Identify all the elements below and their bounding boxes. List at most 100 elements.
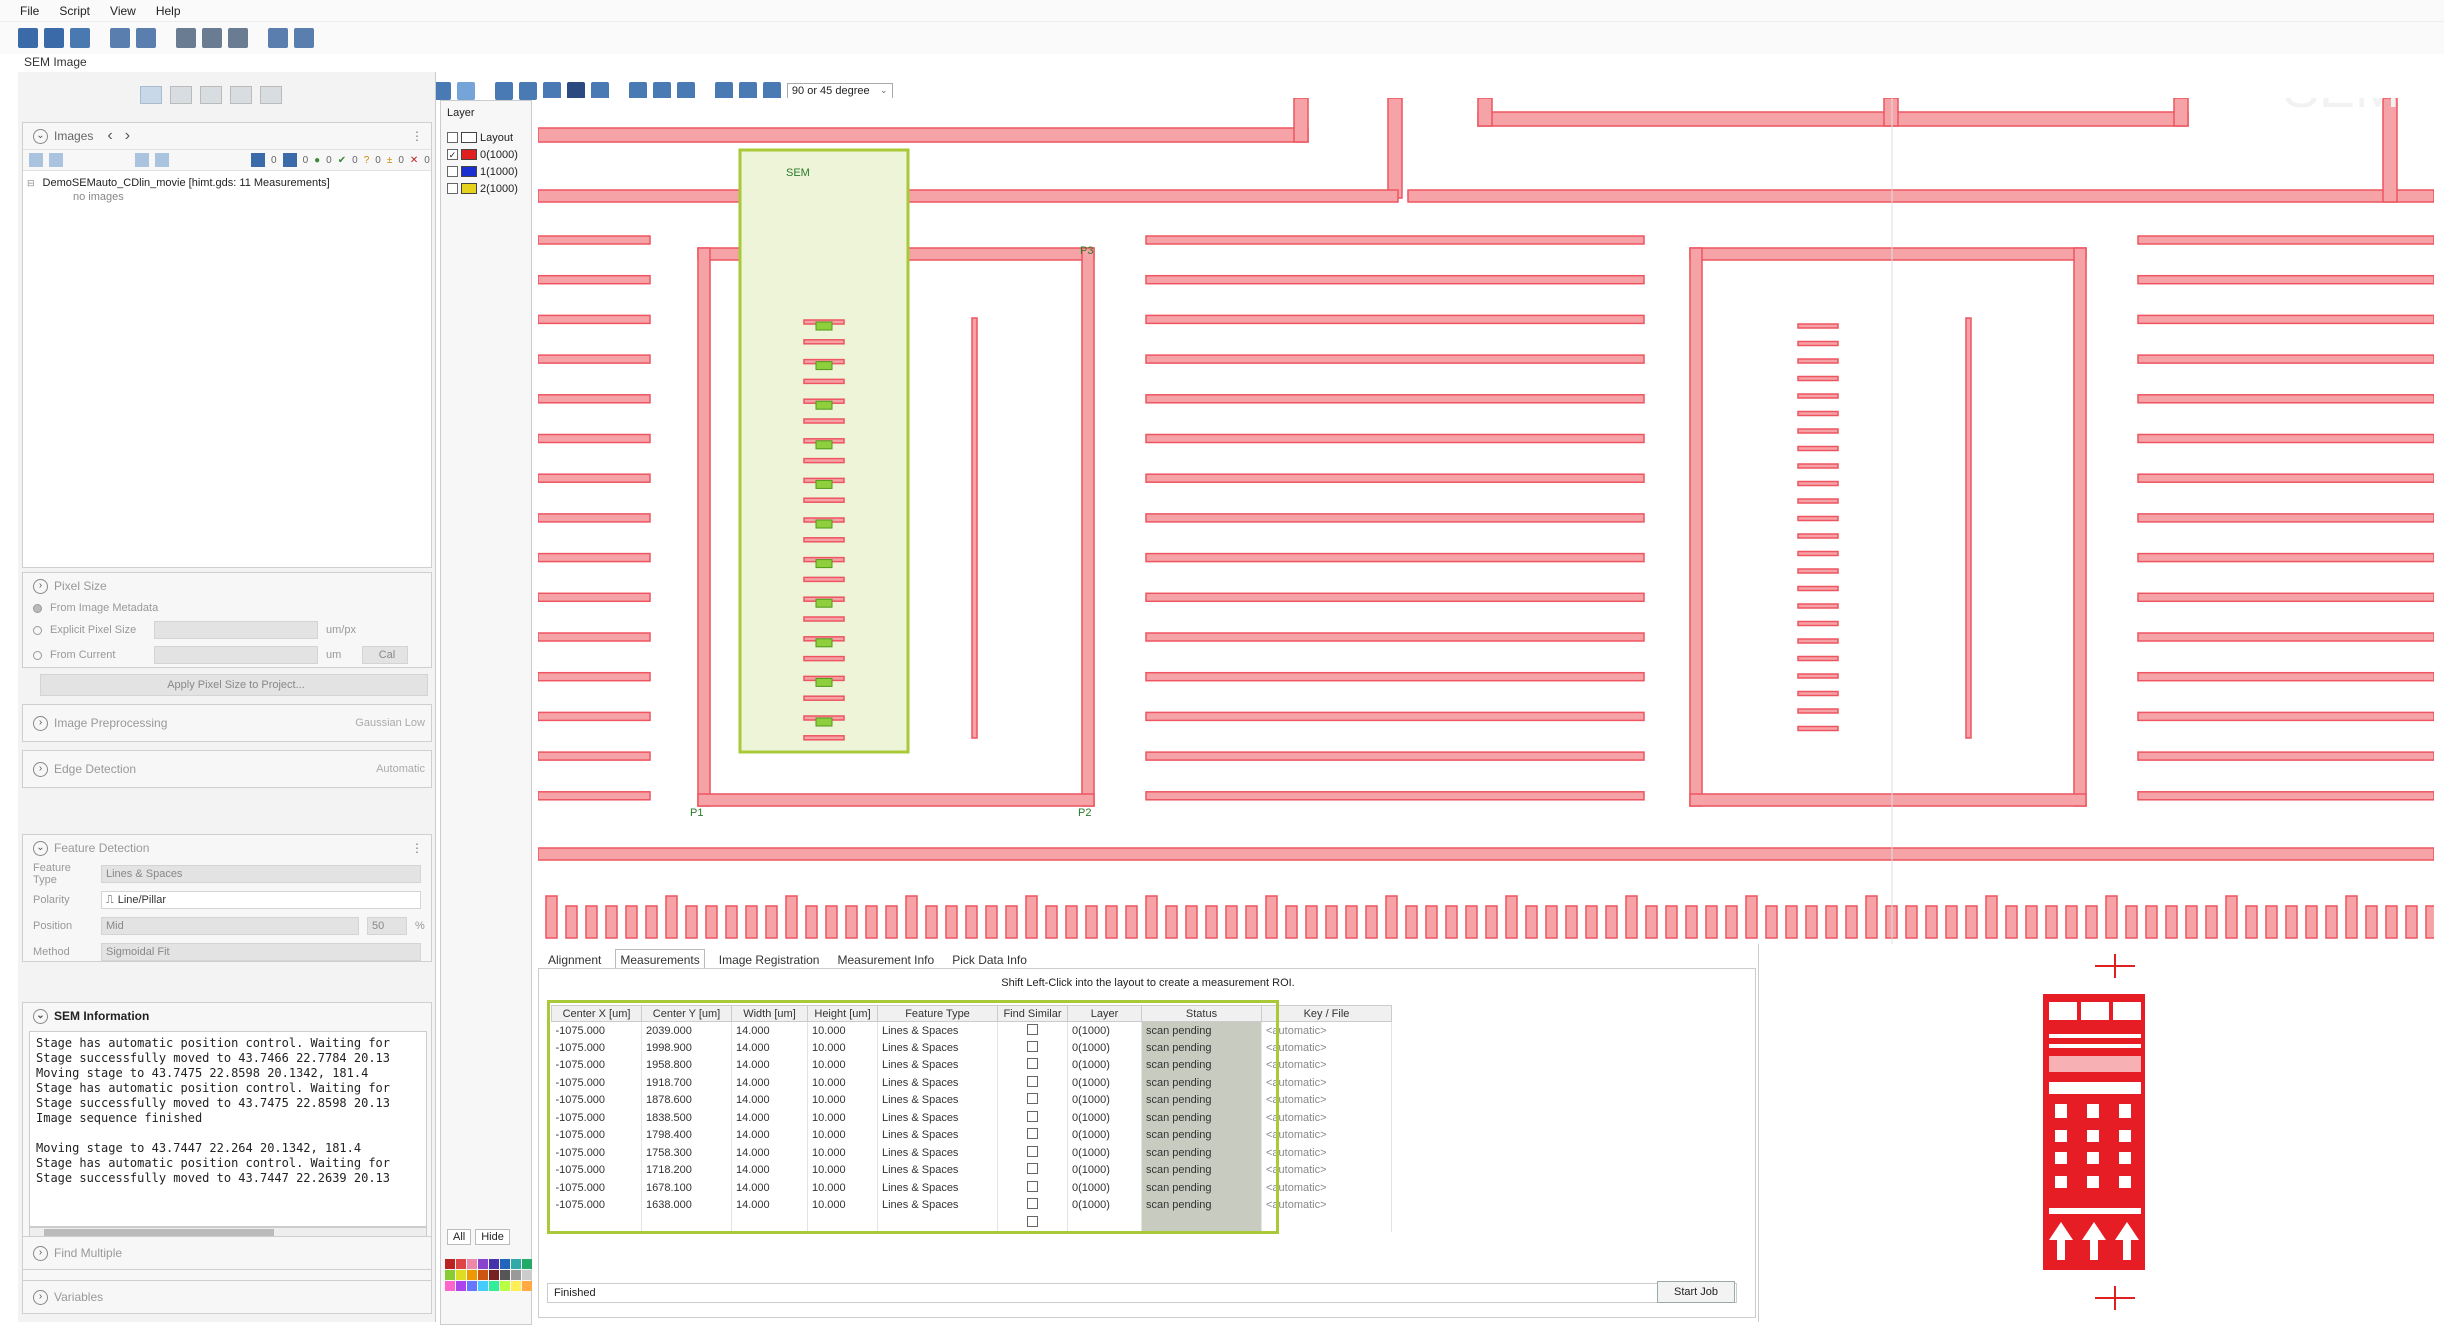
tab-image-registration[interactable]: Image Registration bbox=[715, 950, 824, 970]
find-similar-checkbox[interactable] bbox=[1027, 1128, 1038, 1140]
color-swatch[interactable] bbox=[489, 1270, 499, 1280]
color-swatch[interactable] bbox=[456, 1259, 466, 1269]
color-swatch[interactable] bbox=[456, 1281, 466, 1291]
tab-alignment[interactable]: Alignment bbox=[544, 950, 605, 970]
view-grid-icon[interactable] bbox=[170, 86, 192, 104]
find-similar-cell[interactable] bbox=[997, 1161, 1068, 1179]
apply-pixel-size-button[interactable]: Apply Pixel Size to Project... bbox=[40, 674, 428, 696]
layer-row[interactable]: 2(1000) bbox=[447, 180, 518, 197]
find-similar-cell[interactable] bbox=[997, 1179, 1068, 1197]
color-swatch[interactable] bbox=[478, 1259, 488, 1269]
find-similar-cell[interactable] bbox=[997, 1196, 1068, 1214]
table-row[interactable]: -1075.000 1758.300 14.000 10.000 Lines & Spa… bbox=[551, 1144, 1392, 1162]
new-icon[interactable] bbox=[18, 28, 38, 48]
find-similar-checkbox[interactable] bbox=[1027, 1023, 1038, 1035]
tree-toggle-icon[interactable]: ⊟ bbox=[27, 178, 35, 189]
zoom-in-icon[interactable] bbox=[268, 28, 288, 48]
layer-row[interactable]: 1(1000) bbox=[447, 163, 518, 180]
pixel-size-header[interactable]: › Pixel Size bbox=[23, 573, 431, 599]
view-single-icon[interactable] bbox=[140, 86, 162, 104]
find-similar-cell[interactable] bbox=[997, 1109, 1068, 1127]
find-similar-cell[interactable] bbox=[997, 1056, 1068, 1074]
table-row[interactable]: -1075.000 1958.800 14.000 10.000 Lines & Spa… bbox=[551, 1056, 1392, 1074]
radio-from-metadata[interactable]: From Image Metadata bbox=[23, 599, 431, 617]
table-row-new[interactable] bbox=[551, 1214, 1392, 1232]
menu-view[interactable]: View bbox=[110, 4, 136, 18]
column-header[interactable]: Center X [um] bbox=[551, 1005, 642, 1022]
layout-drawing[interactable]: SEM P1 P2 P3 bbox=[538, 98, 2434, 946]
color-swatch[interactable] bbox=[511, 1270, 521, 1280]
rect-icon[interactable] bbox=[518, 82, 537, 100]
radio-from-current[interactable]: From Current um Cal bbox=[23, 643, 431, 667]
find-similar-cell[interactable] bbox=[997, 1074, 1068, 1092]
color-swatch[interactable] bbox=[445, 1270, 455, 1280]
tree-node-project[interactable]: ⊟ DemoSEMauto_CDlin_movie [himt.gds: 11 … bbox=[27, 177, 431, 189]
radio-icon[interactable] bbox=[33, 650, 42, 660]
layer-checkbox[interactable]: ✓ bbox=[447, 149, 458, 160]
position-value-input[interactable]: 50 bbox=[367, 917, 407, 935]
column-header[interactable]: Width [um] bbox=[731, 1005, 808, 1022]
all-button[interactable]: All bbox=[447, 1229, 472, 1245]
layout-canvas[interactable]: SEM P1 P2 P3 SEM bbox=[538, 98, 2434, 946]
layer-row[interactable]: ✓ 0(1000) bbox=[447, 146, 518, 163]
table-row[interactable]: -1075.000 1838.500 14.000 10.000 Lines & Spa… bbox=[551, 1109, 1392, 1127]
prev-arrow-icon[interactable]: ‹ bbox=[107, 127, 112, 145]
menu-script[interactable]: Script bbox=[59, 4, 90, 18]
color-swatch[interactable] bbox=[522, 1270, 532, 1280]
color-swatch[interactable] bbox=[511, 1259, 521, 1269]
find-similar-checkbox[interactable] bbox=[1027, 1040, 1038, 1052]
color-swatch[interactable] bbox=[467, 1270, 477, 1280]
tab-pick-data-info[interactable]: Pick Data Info bbox=[948, 950, 1031, 970]
cal-button[interactable]: Cal bbox=[362, 646, 408, 664]
variables-header[interactable]: › Variables bbox=[23, 1281, 431, 1313]
more-menu-icon[interactable]: ⋮ bbox=[411, 129, 423, 143]
preprocessing-header[interactable]: › Image Preprocessing Gaussian Low bbox=[23, 705, 431, 741]
link-icon[interactable] bbox=[135, 153, 149, 167]
table-row[interactable]: -1075.000 1798.400 14.000 10.000 Lines & Spa… bbox=[551, 1126, 1392, 1144]
column-header[interactable]: Center Y [um] bbox=[641, 1005, 732, 1022]
color-swatch[interactable] bbox=[522, 1281, 532, 1291]
menu-file[interactable]: File bbox=[20, 4, 39, 18]
tab-measurement-info[interactable]: Measurement Info bbox=[833, 950, 938, 970]
find-similar-checkbox[interactable] bbox=[1027, 1215, 1038, 1227]
color-swatch[interactable] bbox=[500, 1281, 510, 1291]
find-similar-cell[interactable] bbox=[997, 1021, 1068, 1039]
column-header[interactable]: Find Similar bbox=[997, 1005, 1068, 1022]
explicit-pixel-input[interactable] bbox=[154, 621, 318, 639]
find-similar-cell[interactable] bbox=[997, 1126, 1068, 1144]
table-row[interactable]: -1075.000 1918.700 14.000 10.000 Lines & Spa… bbox=[551, 1074, 1392, 1092]
table-row[interactable]: -1075.000 2039.000 14.000 10.000 Lines & Spa… bbox=[551, 1021, 1392, 1039]
layer-checkbox[interactable] bbox=[447, 166, 458, 177]
radio-icon[interactable] bbox=[33, 603, 42, 613]
menu-help[interactable]: Help bbox=[156, 4, 181, 18]
layer-row[interactable]: Layout bbox=[447, 129, 518, 146]
next-arrow-icon[interactable]: › bbox=[125, 127, 130, 145]
mask-preview[interactable] bbox=[1758, 944, 2434, 1322]
find-similar-cell[interactable] bbox=[997, 1039, 1068, 1057]
radio-explicit[interactable]: Explicit Pixel Size um/px bbox=[23, 617, 431, 643]
radio-icon[interactable] bbox=[33, 625, 42, 635]
find-similar-checkbox[interactable] bbox=[1027, 1075, 1038, 1087]
hide-button[interactable]: Hide bbox=[475, 1229, 510, 1245]
start-job-button[interactable]: Start Job bbox=[1657, 1281, 1735, 1303]
color-swatch[interactable] bbox=[500, 1270, 510, 1280]
find-similar-cell[interactable] bbox=[997, 1091, 1068, 1109]
tools-icon[interactable] bbox=[176, 28, 196, 48]
color-swatch[interactable] bbox=[456, 1270, 466, 1280]
feature-detection-header[interactable]: ⌄ Feature Detection ⋮ bbox=[23, 835, 431, 861]
method-select[interactable]: Sigmoidal Fit bbox=[101, 943, 421, 961]
table-row[interactable]: -1075.000 1878.600 14.000 10.000 Lines & Spa… bbox=[551, 1091, 1392, 1109]
find-similar-checkbox[interactable] bbox=[1027, 1058, 1038, 1070]
table-row[interactable]: -1075.000 1718.200 14.000 10.000 Lines & Spa… bbox=[551, 1161, 1392, 1179]
open-icon[interactable] bbox=[44, 28, 64, 48]
angle-select[interactable]: 90 or 45 degree ⌄ bbox=[786, 83, 893, 99]
sem-info-header[interactable]: ⌄ SEM Information bbox=[23, 1003, 431, 1029]
document-tab[interactable]: SEM Image bbox=[24, 55, 87, 69]
add-image-icon[interactable] bbox=[29, 153, 43, 167]
view-stack-icon[interactable] bbox=[230, 86, 252, 104]
color-swatch[interactable] bbox=[467, 1281, 477, 1291]
copy-icon[interactable] bbox=[494, 82, 513, 100]
unlink-icon[interactable] bbox=[155, 153, 169, 167]
table-row[interactable]: -1075.000 1638.000 14.000 10.000 Lines & Spa… bbox=[551, 1196, 1392, 1214]
layer-checkbox[interactable] bbox=[447, 183, 458, 194]
